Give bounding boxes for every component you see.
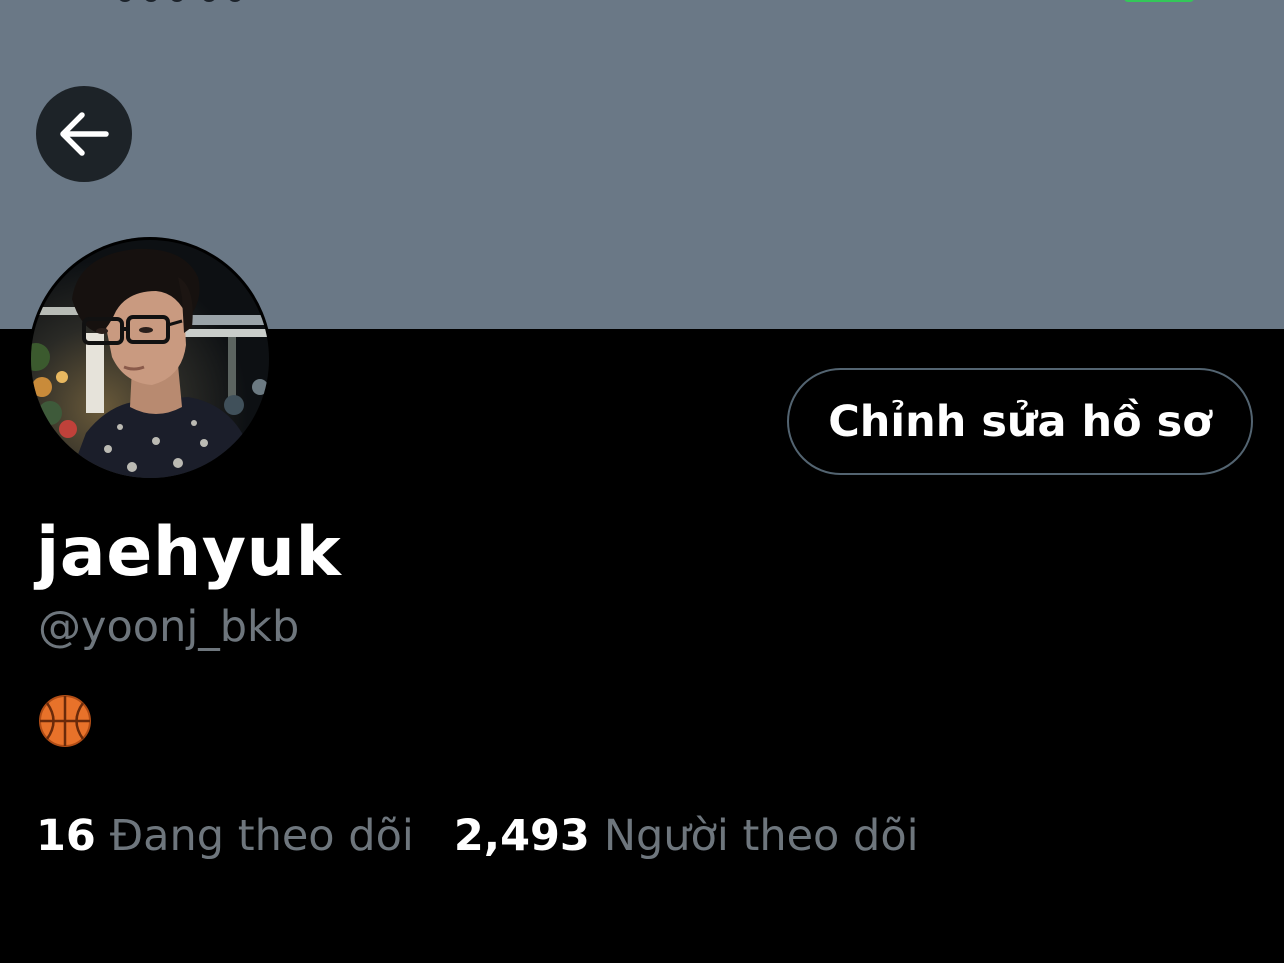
arrow-left-icon xyxy=(60,112,109,156)
display-name: jaehyuk xyxy=(36,513,342,592)
back-button[interactable] xyxy=(36,86,132,182)
status-bar-signal xyxy=(118,0,258,4)
followers-label: Người theo dõi xyxy=(603,811,919,861)
followers-count: 2,493 xyxy=(453,811,590,861)
edit-profile-button[interactable]: Chỉnh sửa hồ sơ xyxy=(787,368,1253,475)
avatar[interactable] xyxy=(28,237,272,481)
following-count: 16 xyxy=(36,811,96,861)
edit-profile-label: Chỉnh sửa hồ sơ xyxy=(828,396,1212,447)
avatar-photo xyxy=(31,240,269,478)
followers-link[interactable]: 2,493 Người theo dõi xyxy=(454,806,919,866)
basketball-icon xyxy=(38,694,92,748)
following-label: Đang theo dõi xyxy=(109,811,414,861)
user-handle: @yoonj_bkb xyxy=(38,602,300,652)
battery-icon xyxy=(1124,0,1194,2)
following-link[interactable]: 16 Đang theo dõi xyxy=(36,806,414,866)
profile-screen: Chỉnh sửa hồ sơ jaehyuk @yoonj_bkb 16 Đa… xyxy=(0,0,1284,963)
follow-stats: 16 Đang theo dõi 2,493 Người theo dõi xyxy=(36,806,919,866)
